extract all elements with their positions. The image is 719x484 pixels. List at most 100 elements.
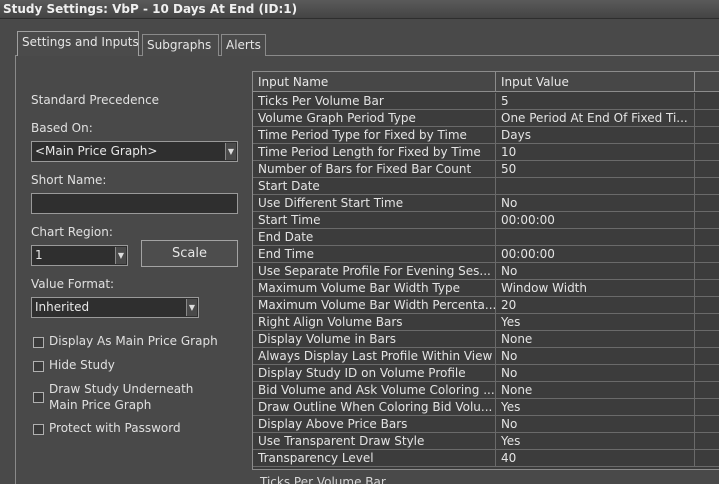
title-bar: Study Settings: VbP - 10 Days At End (ID…: [0, 0, 719, 19]
table-row[interactable]: Time Period Type for Fixed by Time Days: [253, 127, 719, 144]
input-value-cell[interactable]: Days: [496, 127, 695, 144]
extra-cell: [695, 263, 719, 280]
input-value-cell[interactable]: 00:00:00: [496, 212, 695, 229]
draw-study-underneath-label: Draw Study Underneath: [49, 382, 194, 396]
input-value-cell[interactable]: No: [496, 263, 695, 280]
input-value-cell[interactable]: Window Width: [496, 280, 695, 297]
value-format-label: Value Format:: [31, 277, 115, 291]
display-as-main-price-graph-label: Display As Main Price Graph: [49, 334, 218, 348]
table-row[interactable]: Transparency Level 40: [253, 450, 719, 467]
table-row[interactable]: End Date: [253, 229, 719, 246]
column-header-extra: [695, 72, 719, 92]
window-title: Study Settings: VbP - 10 Days At End (ID…: [3, 2, 298, 16]
extra-cell: [695, 229, 719, 246]
based-on-select[interactable]: <Main Price Graph> ▼: [31, 141, 238, 162]
draw-study-underneath-label-line2: Main Price Graph: [49, 398, 152, 412]
tab-subgraphs[interactable]: Subgraphs: [142, 34, 219, 56]
table-row[interactable]: Use Transparent Draw Style Yes: [253, 433, 719, 450]
table-row[interactable]: Display Study ID on Volume Profile No: [253, 365, 719, 382]
extra-cell: [695, 399, 719, 416]
chevron-down-icon[interactable]: ▼: [186, 299, 197, 316]
display-as-main-price-graph-checkbox[interactable]: [33, 337, 44, 348]
table-row[interactable]: Volume Graph Period Type One Period At En…: [253, 110, 719, 127]
input-name-cell: Maximum Volume Bar Width Percenta...: [253, 297, 496, 314]
tab-alerts[interactable]: Alerts: [221, 34, 266, 56]
input-name-cell: Start Date: [253, 178, 496, 195]
table-row[interactable]: Display Volume in Bars None: [253, 331, 719, 348]
input-name-cell: Display Study ID on Volume Profile: [253, 365, 496, 382]
table-row[interactable]: Ticks Per Volume Bar 5: [253, 93, 719, 110]
scale-button[interactable]: Scale: [141, 240, 238, 267]
column-header-input-value[interactable]: Input Value: [496, 72, 695, 92]
table-row[interactable]: Maximum Volume Bar Width Type Window Widt…: [253, 280, 719, 297]
chevron-down-icon[interactable]: ▼: [115, 247, 126, 264]
based-on-label: Based On:: [31, 121, 93, 135]
input-value-cell[interactable]: Yes: [496, 399, 695, 416]
draw-study-underneath-checkbox[interactable]: [33, 392, 44, 403]
input-value-cell[interactable]: 10: [496, 144, 695, 161]
table-row[interactable]: Draw Outline When Coloring Bid Volu... Ye…: [253, 399, 719, 416]
chevron-down-icon[interactable]: ▼: [225, 143, 236, 160]
value-format-select[interactable]: Inherited ▼: [31, 297, 199, 318]
table-row[interactable]: Maximum Volume Bar Width Percenta... 20: [253, 297, 719, 314]
table-row[interactable]: End Time 00:00:00: [253, 246, 719, 263]
input-name-cell: Maximum Volume Bar Width Type: [253, 280, 496, 297]
input-value-cell[interactable]: Yes: [496, 314, 695, 331]
column-header-input-name[interactable]: Input Name: [253, 72, 496, 92]
input-value-cell[interactable]: 00:00:00: [496, 246, 695, 263]
short-name-input[interactable]: [31, 193, 238, 214]
input-name-cell: Volume Graph Period Type: [253, 110, 496, 127]
input-value-cell[interactable]: [496, 229, 695, 246]
extra-cell: [695, 246, 719, 263]
protect-with-password-label: Protect with Password: [49, 421, 181, 435]
input-value-cell[interactable]: No: [496, 365, 695, 382]
tab-settings-and-inputs[interactable]: Settings and Inputs: [17, 31, 139, 56]
extra-cell: [695, 93, 719, 110]
input-value-cell[interactable]: No: [496, 195, 695, 212]
input-value-cell[interactable]: 50: [496, 161, 695, 178]
short-name-label: Short Name:: [31, 173, 107, 187]
input-value-cell[interactable]: Yes: [496, 433, 695, 450]
input-value-cell[interactable]: No: [496, 416, 695, 433]
table-row[interactable]: Bid Volume and Ask Volume Coloring ... No…: [253, 382, 719, 399]
extra-cell: [695, 280, 719, 297]
hide-study-label: Hide Study: [49, 358, 115, 372]
table-row[interactable]: Number of Bars for Fixed Bar Count 50: [253, 161, 719, 178]
input-name-cell: End Time: [253, 246, 496, 263]
input-value-cell[interactable]: 20: [496, 297, 695, 314]
input-name-cell: Draw Outline When Coloring Bid Volu...: [253, 399, 496, 416]
protect-with-password-checkbox[interactable]: [33, 424, 44, 435]
table-row[interactable]: Use Separate Profile For Evening Ses... N…: [253, 263, 719, 280]
input-value-cell[interactable]: None: [496, 331, 695, 348]
hide-study-checkbox[interactable]: [33, 361, 44, 372]
input-name-cell: Start Time: [253, 212, 496, 229]
input-value-cell[interactable]: None: [496, 382, 695, 399]
chart-region-value: 1: [35, 248, 43, 262]
input-value-cell[interactable]: 5: [496, 93, 695, 110]
chart-region-select[interactable]: 1 ▼: [31, 245, 128, 266]
table-row[interactable]: Display Above Price Bars No: [253, 416, 719, 433]
table-row[interactable]: Use Different Start Time No: [253, 195, 719, 212]
table-row[interactable]: Time Period Length for Fixed by Time 10: [253, 144, 719, 161]
extra-cell: [695, 331, 719, 348]
extra-cell: [695, 382, 719, 399]
input-name-cell: Time Period Type for Fixed by Time: [253, 127, 496, 144]
input-name-cell: Use Separate Profile For Evening Ses...: [253, 263, 496, 280]
input-name-cell: Number of Bars for Fixed Bar Count: [253, 161, 496, 178]
extra-cell: [695, 110, 719, 127]
table-row[interactable]: Start Date: [253, 178, 719, 195]
table-row[interactable]: Start Time 00:00:00: [253, 212, 719, 229]
inputs-table-header: Input Name Input Value: [253, 72, 719, 92]
extra-cell: [695, 450, 719, 467]
table-row[interactable]: Right Align Volume Bars Yes: [253, 314, 719, 331]
input-value-cell[interactable]: 40: [496, 450, 695, 467]
input-value-cell[interactable]: No: [496, 348, 695, 365]
input-value-cell[interactable]: [496, 178, 695, 195]
extra-cell: [695, 178, 719, 195]
extra-cell: [695, 433, 719, 450]
extra-cell: [695, 127, 719, 144]
input-name-cell: Display Above Price Bars: [253, 416, 496, 433]
table-row[interactable]: Always Display Last Profile Within View N…: [253, 348, 719, 365]
input-value-cell[interactable]: One Period At End Of Fixed Ti...: [496, 110, 695, 127]
extra-cell: [695, 144, 719, 161]
